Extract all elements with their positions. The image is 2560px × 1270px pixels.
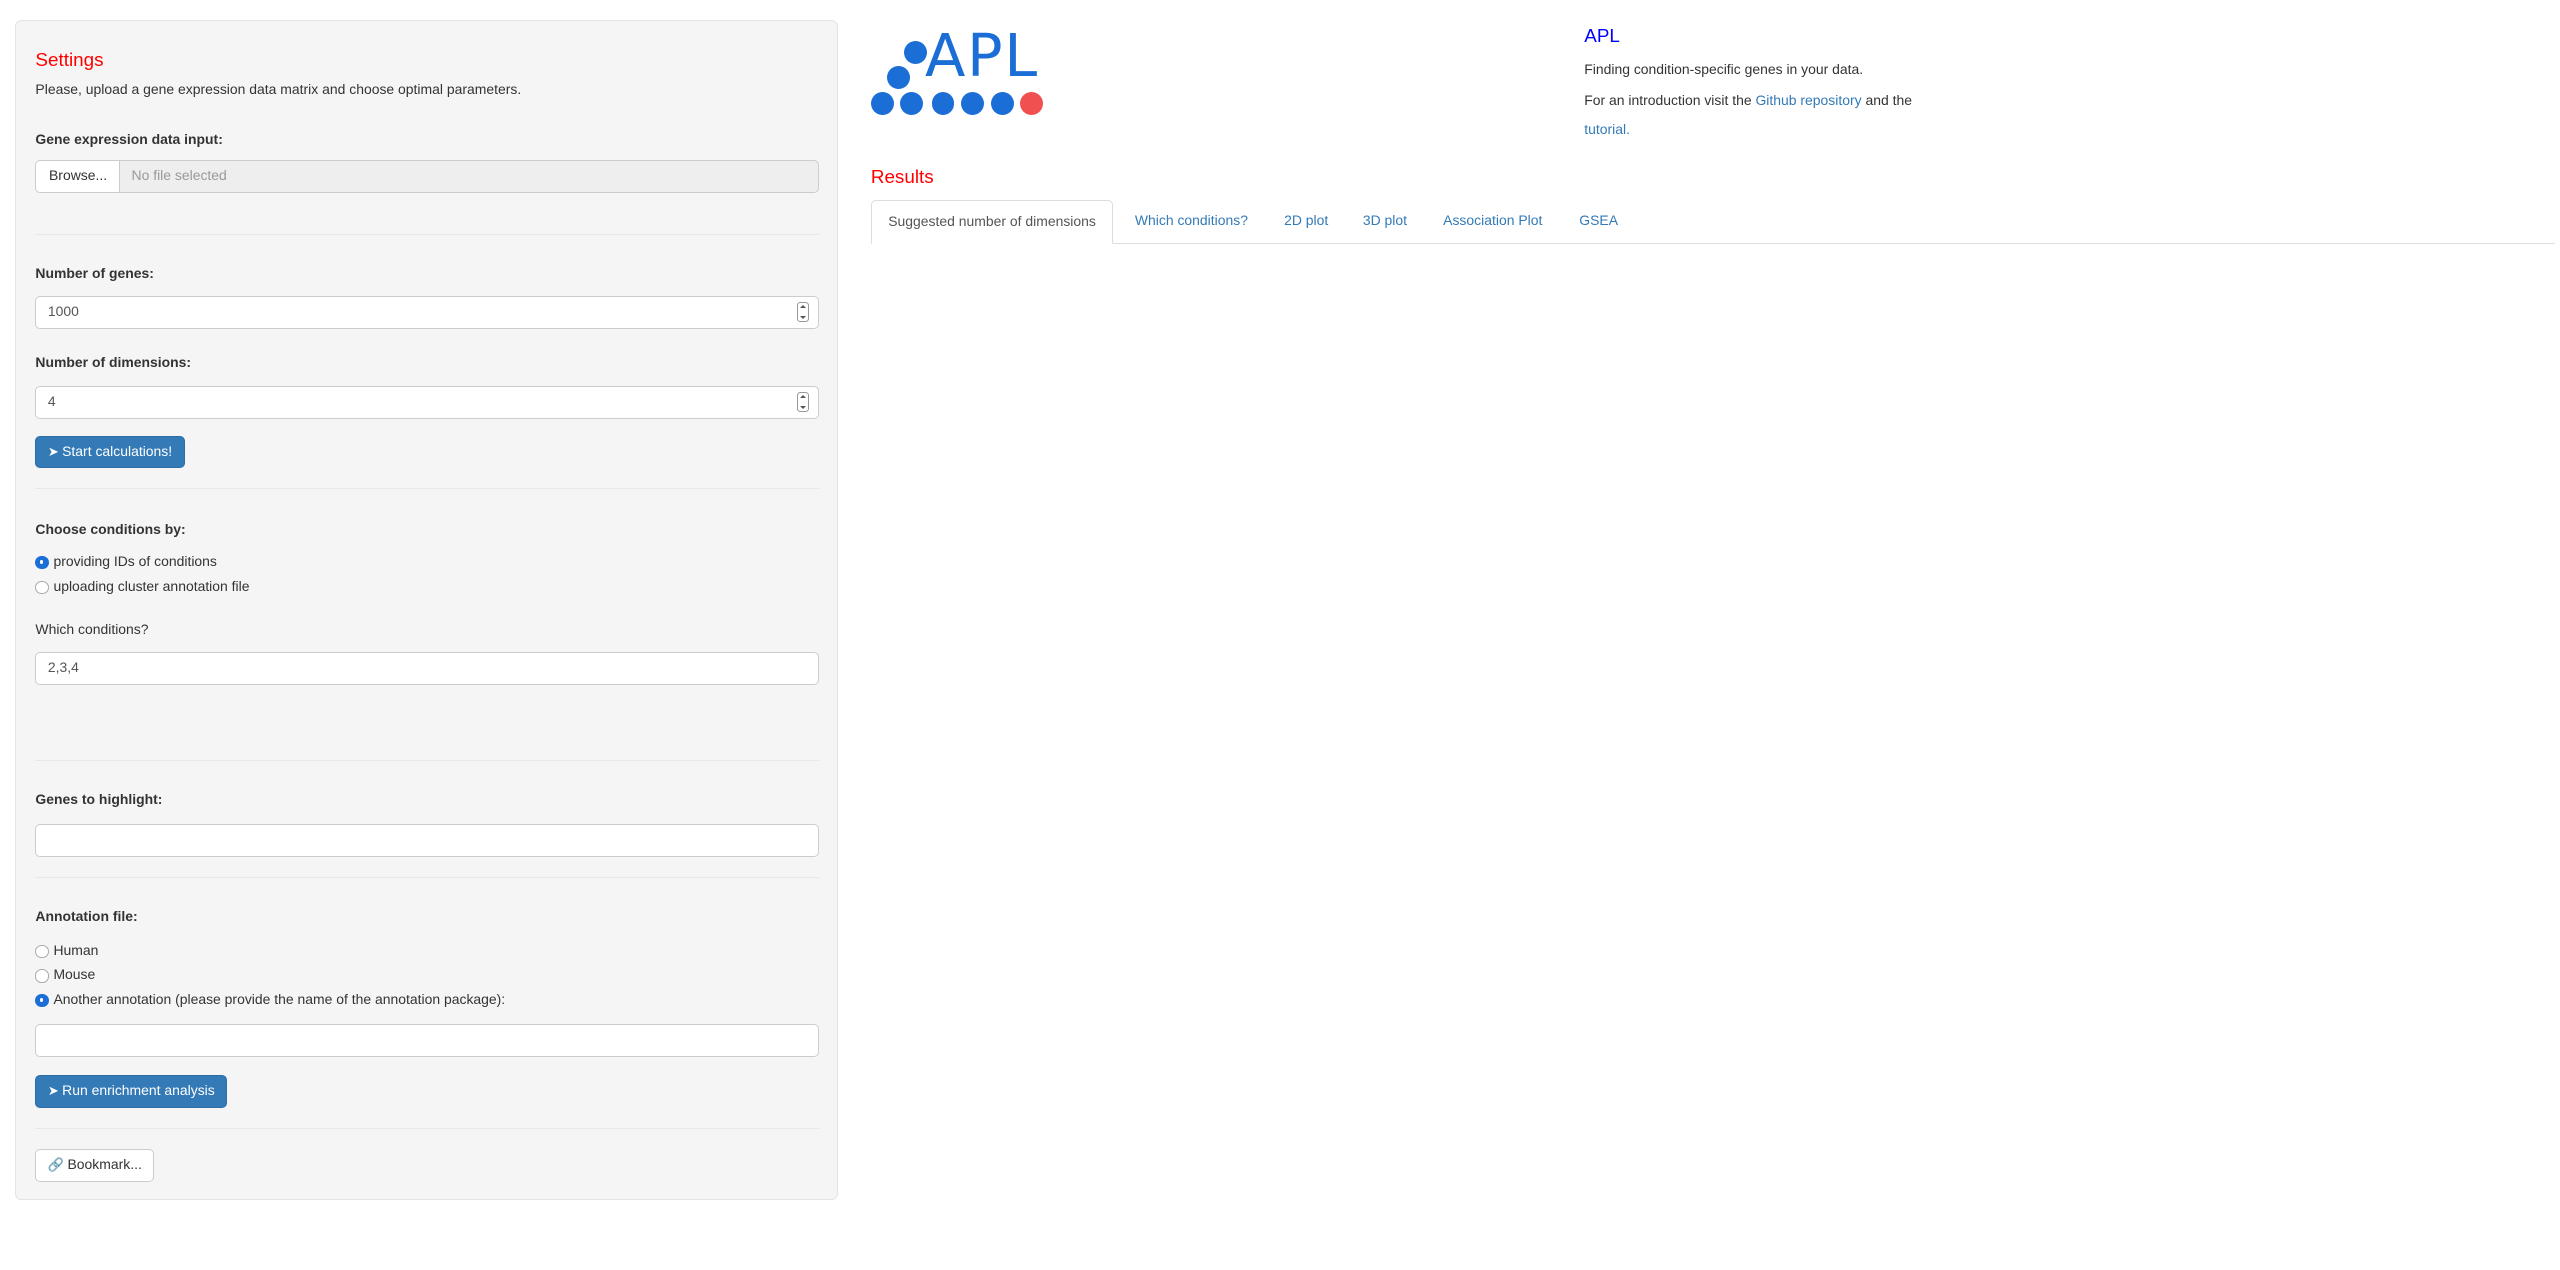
logo-dot [961,91,984,115]
which-conditions-label: Which conditions? [35,620,149,637]
condition-option-label: providing IDs of conditions [53,553,217,570]
annotation-option-label: Human [53,941,99,958]
logo-dot [870,91,894,115]
condition-option-ids[interactable]: providing IDs of conditions [35,552,217,572]
radio-unchecked-icon[interactable] [35,944,49,958]
run-enrichment-label: Run enrichment analysis [62,1082,215,1099]
logo-dot-red [1020,91,1044,115]
tab-gsea[interactable]: GSEA [1563,200,1635,243]
divider [35,760,820,761]
run-enrichment-button[interactable]: ➤ Run enrichment analysis [35,1075,228,1108]
genes-highlight-input[interactable] [35,824,820,858]
app-root: Settings Please, upload a gene expressio… [0,0,2560,1269]
num-genes-label: Number of genes: [35,265,154,282]
bookmark-label: Bookmark... [67,1155,142,1172]
intro-line: For an introduction visit the Github rep… [1584,92,1912,108]
num-dims-label: Number of dimensions: [35,353,192,370]
intro-mid: and the [1861,91,1912,108]
tab-association-plot[interactable]: Association Plot [1427,200,1559,243]
annotation-option-human[interactable]: Human [35,941,98,961]
tab-2d-plot[interactable]: 2D plot [1268,200,1345,243]
gene-input-label: Gene expression data input: [35,130,223,147]
logo-dot [887,65,911,89]
num-genes-input[interactable]: 1000 [35,296,820,329]
start-calculations-button[interactable]: ➤ Start calculations! [35,435,185,469]
start-calculations-label: Start calculations! [62,442,173,459]
num-dims-input[interactable]: 4 [35,386,820,420]
tutorial-link[interactable]: tutorial. [1584,121,1630,137]
divider [35,488,820,489]
logo-text: APL [924,21,1039,91]
genes-highlight-label: Genes to highlight: [35,791,163,808]
logo-dot [990,91,1014,115]
radio-unchecked-icon[interactable] [35,969,49,983]
logo-dot [903,41,927,64]
tab-suggested-dimensions[interactable]: Suggested number of dimensions [870,200,1114,245]
annotation-option-label: Another annotation (please provide the n… [53,990,506,1007]
app-title: APL [1584,24,1620,46]
results-tabs: Suggested number of dimensions Which con… [870,200,2556,245]
github-link[interactable]: Github repository [1755,92,1861,108]
settings-title: Settings [35,48,104,70]
num-dims-value: 4 [47,393,56,410]
tab-3d-plot[interactable]: 3D plot [1346,200,1423,243]
browse-button[interactable]: Browse... [35,160,121,193]
app-description: Finding condition-specific genes in your… [1584,60,1864,77]
annotation-option-label: Mouse [53,966,96,983]
spinner-icon[interactable] [797,302,809,322]
spinner-icon[interactable] [797,392,809,412]
annotation-option-mouse[interactable]: Mouse [35,965,95,985]
file-upload: Browse... No file selected [35,160,820,193]
which-conditions-input[interactable]: 2,3,4 [35,652,820,685]
annotation-package-input[interactable] [35,1024,820,1058]
choose-conditions-label: Choose conditions by: [35,520,186,537]
settings-subtitle: Please, upload a gene expression data ma… [35,81,522,98]
file-name-field[interactable]: No file selected [119,160,820,193]
annotation-option-other[interactable]: Another annotation (please provide the n… [35,990,505,1010]
radio-checked-icon[interactable] [35,556,49,570]
radio-unchecked-icon[interactable] [35,580,49,594]
results-title: Results [870,165,934,187]
tab-which-conditions[interactable]: Which conditions? [1118,200,1264,243]
paper-plane-icon: ➤ [47,443,59,459]
condition-option-label: uploading cluster annotation file [53,577,250,594]
radio-checked-icon[interactable] [35,994,49,1008]
link-icon: 🔗 [47,1156,65,1172]
condition-option-cluster-file[interactable]: uploading cluster annotation file [35,577,249,597]
logo-dot [931,91,955,115]
intro-prefix: For an introduction visit the [1584,91,1756,108]
settings-panel: Settings Please, upload a gene expressio… [14,19,839,1201]
divider [35,876,820,878]
num-genes-value: 1000 [47,303,79,320]
paper-plane-icon: ➤ [47,1083,59,1099]
logo-dot [900,91,924,115]
bookmark-button[interactable]: 🔗 Bookmark... [35,1148,155,1182]
annotation-file-label: Annotation file: [35,907,138,924]
divider [35,1127,820,1129]
divider [35,233,820,235]
